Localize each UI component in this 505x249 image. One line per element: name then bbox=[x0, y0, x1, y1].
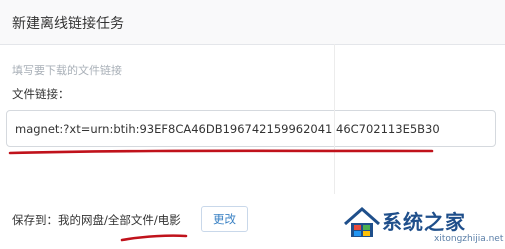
dialog-header: 新建离线链接任务 bbox=[0, 0, 505, 45]
link-hint: 填写要下载的文件链接 bbox=[12, 64, 122, 77]
url-underline bbox=[8, 149, 434, 155]
watermark-url: xitongzhijia.net bbox=[434, 234, 504, 244]
save-location: 保存到：我的网盘/全部文件/电影 bbox=[12, 212, 181, 228]
save-path: 我的网盘/全部文件/电影 bbox=[58, 213, 181, 227]
file-link-value: magnet:?xt=urn:btih:93EF8CA46DB196742159… bbox=[15, 122, 440, 136]
change-path-button[interactable]: 更改 bbox=[201, 206, 248, 232]
save-to-label: 保存到： bbox=[12, 213, 58, 227]
file-link-input[interactable]: magnet:?xt=urn:btih:93EF8CA46DB196742159… bbox=[6, 110, 496, 147]
file-link-label: 文件链接： bbox=[12, 87, 70, 101]
watermark-brand: 系统之家 bbox=[382, 210, 466, 234]
house-logo-icon bbox=[344, 206, 380, 237]
path-underline bbox=[120, 234, 188, 242]
divider bbox=[334, 44, 335, 194]
watermark: 系统之家 xitongzhijia.net bbox=[338, 196, 505, 249]
dialog-title: 新建离线链接任务 bbox=[12, 16, 124, 32]
